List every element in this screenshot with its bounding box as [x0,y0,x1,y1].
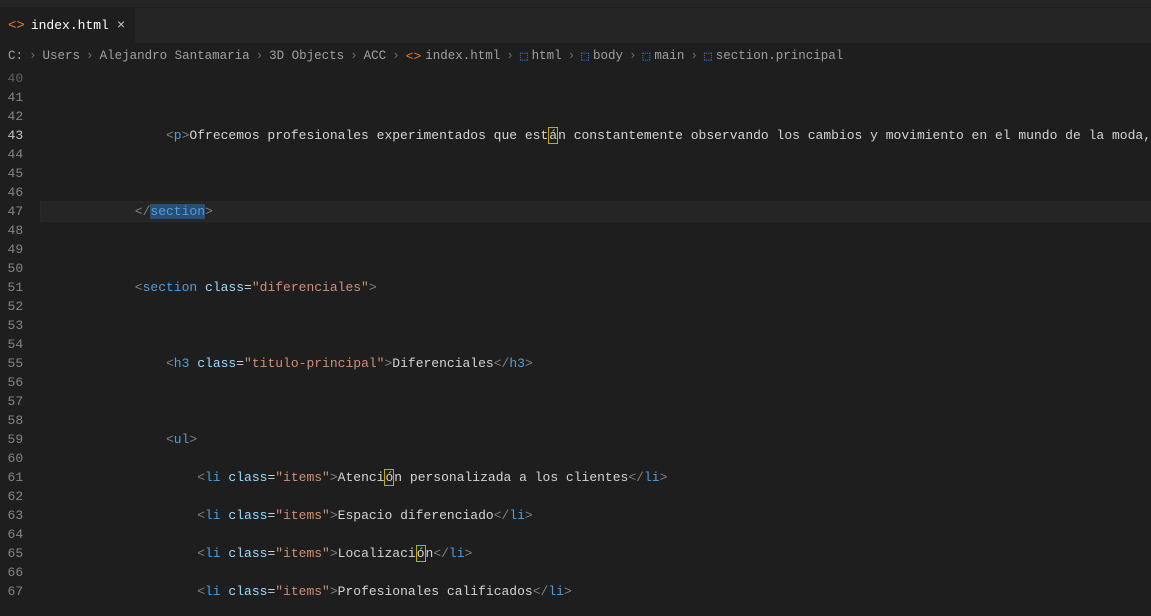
crumb-3dobjects[interactable]: 3D Objects [269,49,344,63]
tag-icon: ⬚ [643,49,651,64]
code-line [41,88,1151,107]
code-line [41,164,1151,183]
chevron-right-icon: › [506,49,514,63]
line-number: 62 [0,487,23,506]
crumb-main[interactable]: ⬚main [643,49,685,64]
code-line: <li class="items">Espacio diferenciado</… [41,506,1151,525]
code-line [41,240,1151,259]
crumb-alejandro[interactable]: Alejandro Santamaria [100,49,250,63]
tag-icon: ⬚ [704,49,712,64]
breadcrumbs[interactable]: C: › Users › Alejandro Santamaria › 3D O… [0,43,1151,69]
line-number: 54 [0,335,23,354]
line-gutter: 40 41 42 43 44 45 46 47 48 49 50 51 52 5… [0,69,41,616]
line-number: 64 [0,525,23,544]
crumb-section-principal[interactable]: ⬚section.principal [704,49,843,64]
line-number: 41 [0,88,23,107]
line-number: 49 [0,240,23,259]
line-number: 60 [0,449,23,468]
code-editor[interactable]: 40 41 42 43 44 45 46 47 48 49 50 51 52 5… [0,69,1151,616]
code-line: <p>Ofrecemos profesionales experimentado… [41,126,1151,145]
line-number: 59 [0,430,23,449]
line-number: 42 [0,107,23,126]
tag-icon: ⬚ [581,49,589,64]
line-number: 55 [0,354,23,373]
line-number: 65 [0,544,23,563]
line-number: 57 [0,392,23,411]
line-number: 63 [0,506,23,525]
line-number: 46 [0,183,23,202]
crumb-html[interactable]: ⬚html [520,49,562,64]
chevron-right-icon: › [690,49,698,63]
tab-bar: <> index.html × [0,8,1151,43]
code-line: <ul> [41,430,1151,449]
line-number: 45 [0,164,23,183]
close-icon[interactable]: × [115,18,127,34]
crumb-c[interactable]: C: [8,49,23,63]
line-number-current: 43 [0,126,23,145]
line-number: 48 [0,221,23,240]
line-number: 58 [0,411,23,430]
title-bar [0,0,1151,8]
line-number: 66 [0,563,23,582]
line-number: 51 [0,278,23,297]
line-number: 53 [0,316,23,335]
code-line: <h3 class="titulo-principal">Diferencial… [41,354,1151,373]
code-line [41,392,1151,411]
crumb-index-html[interactable]: <>index.html [406,49,501,64]
chevron-right-icon: › [350,49,358,63]
line-number: 44 [0,145,23,164]
tag-icon: ⬚ [520,49,528,64]
code-line: <li class="items">Localización</li> [41,544,1151,563]
chevron-right-icon: › [256,49,264,63]
line-number: 61 [0,468,23,487]
chevron-right-icon: › [392,49,400,63]
line-number: 50 [0,259,23,278]
file-icon: <> [406,49,422,64]
code-line: <li class="items">Profesionales califica… [41,582,1151,601]
crumb-users[interactable]: Users [43,49,81,63]
line-number: 67 [0,582,23,601]
line-number: 56 [0,373,23,392]
crumb-body[interactable]: ⬚body [581,49,623,64]
tab-index-html[interactable]: <> index.html × [0,8,136,43]
line-number: 52 [0,297,23,316]
code-line-current: </section> [41,202,1151,221]
crumb-acc[interactable]: ACC [364,49,387,63]
code-line: <section class="diferenciales"> [41,278,1151,297]
chevron-right-icon: › [568,49,576,63]
chevron-right-icon: › [629,49,637,63]
line-number: 47 [0,202,23,221]
file-icon: <> [8,18,25,34]
code-line [41,316,1151,335]
line-number: 40 [0,69,23,88]
code-content[interactable]: <p>Ofrecemos profesionales experimentado… [41,69,1151,616]
chevron-right-icon: › [86,49,94,63]
tab-label: index.html [31,18,109,33]
chevron-right-icon: › [29,49,37,63]
code-line: <li class="items">Atención personalizada… [41,468,1151,487]
